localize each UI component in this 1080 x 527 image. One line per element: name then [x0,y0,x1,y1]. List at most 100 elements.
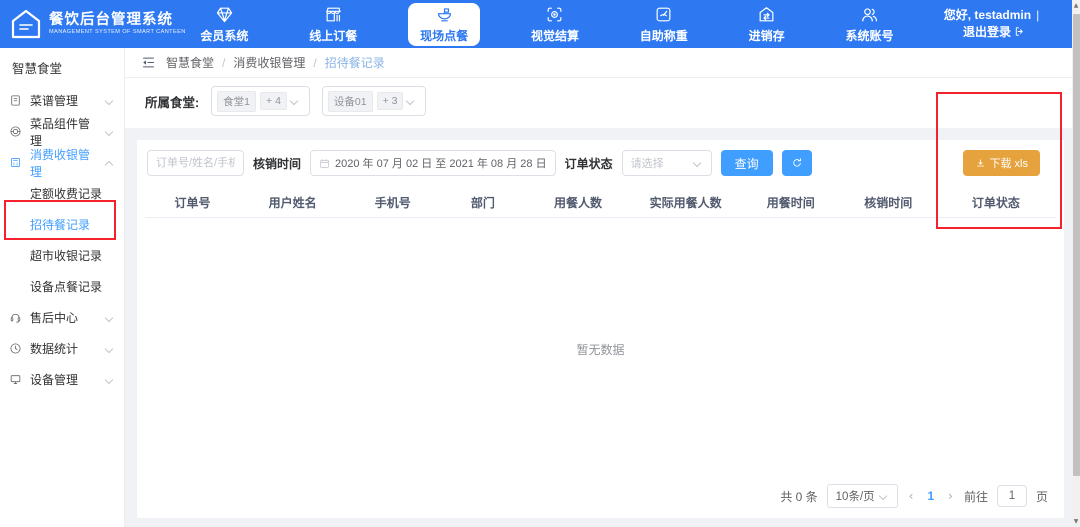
app-subtitle: MANAGEMENT SYSTEM OF SMART CANTEEN [49,29,186,35]
chevron-down-icon [105,375,113,383]
empty-data-text: 暂无数据 [576,341,624,358]
chevron-down-icon [105,313,113,321]
scrollbar-up-arrow[interactable]: ▲ [1072,2,1080,9]
col-department: 部门 [440,194,525,211]
prev-page-button[interactable]: ‹ [907,489,916,503]
sidebar-subitem-device-order-records[interactable]: 设备点餐记录 [0,271,124,302]
app-window: 餐饮后台管理系统 MANAGEMENT SYSTEM OF SMART CANT… [0,0,1072,527]
top-header: 餐饮后台管理系统 MANAGEMENT SYSTEM OF SMART CANT… [0,0,1072,48]
scale-icon [654,5,673,24]
download-xls-button[interactable]: 下载 xls [963,150,1041,176]
cashier-icon [9,156,22,169]
statistics-icon [9,342,22,355]
nav-inventory[interactable]: 进销存 [739,0,795,48]
sidebar-item-cashier-management[interactable]: 消费收银管理 [0,147,124,178]
inventory-icon [757,5,776,24]
sidebar-item-menu-management[interactable]: 菜谱管理 [0,85,124,116]
download-icon [975,158,986,169]
chevron-down-icon [105,344,113,352]
vertical-scrollbar[interactable]: ▲ ▼ [1072,0,1080,527]
breadcrumb-item[interactable]: 智慧食堂 [166,54,214,71]
order-status-label: 订单状态 [565,155,613,172]
nav-onsite-order[interactable]: 现场点餐 [408,3,480,46]
sidebar-subitem-hospitality-meal-records[interactable]: 招待餐记录 [0,209,124,240]
col-diner-count: 用餐人数 [525,194,630,211]
goto-label: 前往 [964,488,988,505]
main-nav: 会员系统 线上订餐 现场点餐 视觉结算 自助称重 进销存 [170,0,924,48]
sidebar-item-after-sales[interactable]: 售后中心 [0,302,124,333]
canteen-tag: 食堂1 [217,91,256,112]
logout-icon [1014,26,1025,37]
chevron-down-icon [290,97,298,105]
breadcrumb-item[interactable]: 消费收银管理 [233,54,305,71]
logout-button[interactable]: 退出登录 [963,24,1025,41]
chevron-down-icon [878,492,886,500]
query-button[interactable]: 查询 [721,150,773,176]
user-area: 您好, testadmin | 退出登录 [924,0,1072,48]
canteen-multiselect[interactable]: 食堂1 + 4 [211,86,310,116]
search-toolbar: 核销时间 2020 年 07 月 02 日 至 2021 年 08 月 28 日… [145,140,1056,184]
col-order-status: 订单状态 [936,194,1056,211]
scrollbar-down-arrow[interactable]: ▼ [1072,518,1080,525]
pagination: 共 0 条 10条/页 ‹ 1 › 前往 页 [145,480,1056,518]
refresh-button[interactable] [782,150,812,176]
refresh-icon [791,157,803,169]
table-header-row: 订单号 用户姓名 手机号 部门 用餐人数 实际用餐人数 用餐时间 核销时间 订单… [145,188,1056,218]
nav-member-system[interactable]: 会员系统 [190,0,258,48]
dine-icon [435,5,454,24]
col-dining-time: 用餐时间 [741,194,841,211]
sidebar-item-device-management[interactable]: 设备管理 [0,364,124,395]
sidebar-item-dish-components[interactable]: 菜品组件管理 [0,116,124,147]
sidebar-subitem-fixed-fee-records[interactable]: 定额收费记录 [0,178,124,209]
order-status-select[interactable]: 请选择 [622,150,712,176]
chevron-down-icon [105,96,113,104]
chevron-down-icon [105,127,113,135]
next-page-button[interactable]: › [946,489,955,503]
user-divider: | [1036,7,1039,24]
device-multiselect[interactable]: 设备01 + 3 [322,86,427,116]
keyword-input[interactable] [147,150,244,176]
nav-visual-settlement[interactable]: 视觉结算 [521,0,589,48]
table-empty-area: 暂无数据 [145,218,1056,480]
nav-system-account[interactable]: 系统账号 [835,0,903,48]
nav-online-order[interactable]: 线上订餐 [299,0,367,48]
page-number-1[interactable]: 1 [924,489,937,503]
components-icon [9,125,22,138]
page-size-select[interactable]: 10条/页 [827,484,898,508]
breadcrumb: 智慧食堂 / 消费收银管理 / 招待餐记录 [166,54,385,71]
collapse-sidebar-icon[interactable] [141,55,156,70]
breadcrumb-bar: 智慧食堂 / 消费收银管理 / 招待餐记录 [125,48,1072,78]
scrollbar-thumb[interactable] [1073,14,1080,476]
page-unit-label: 页 [1036,488,1048,505]
breadcrumb-current: 招待餐记录 [325,54,385,71]
sidebar: 智慧食堂 菜谱管理 菜品组件管理 消费收银管理 定额收费记录 招待餐记录 [0,48,125,527]
chevron-down-icon [406,97,414,105]
col-phone: 手机号 [345,194,440,211]
menu-book-icon [9,94,22,107]
canteen-filter-label: 所属食堂: [145,92,199,111]
sidebar-item-statistics[interactable]: 数据统计 [0,333,124,364]
device-tag: 设备01 [328,91,373,112]
diamond-icon [215,5,234,24]
goto-page-input[interactable] [997,485,1027,507]
total-count: 共 0 条 [780,488,817,505]
sidebar-subitem-supermarket-cashier-records[interactable]: 超市收银记录 [0,240,124,271]
main-content: 智慧食堂 / 消费收银管理 / 招待餐记录 所属食堂: 食堂1 + 4 设备01… [125,48,1072,527]
device-more-tag: + 3 [377,92,404,110]
date-range-picker[interactable]: 2020 年 07 月 02 日 至 2021 年 08 月 28 日 [310,150,556,176]
col-user-name: 用户姓名 [240,194,345,211]
nav-self-weighing[interactable]: 自助称重 [630,0,698,48]
app-logo: 餐饮后台管理系统 MANAGEMENT SYSTEM OF SMART CANT… [0,0,170,48]
app-title: 餐饮后台管理系统 [49,12,186,29]
records-card: 核销时间 2020 年 07 月 02 日 至 2021 年 08 月 28 日… [137,140,1064,518]
chevron-down-icon [692,159,700,167]
device-icon [9,373,22,386]
sidebar-title: 智慧食堂 [0,48,124,85]
scan-icon [545,5,564,24]
chevron-up-icon [105,160,113,168]
col-actual-diner-count: 实际用餐人数 [631,194,741,211]
order-status-placeholder: 请选择 [631,155,664,171]
date-range-value: 2020 年 07 月 02 日 至 2021 年 08 月 28 日 [335,155,547,171]
calendar-icon [319,158,330,169]
after-sales-icon [9,311,22,324]
